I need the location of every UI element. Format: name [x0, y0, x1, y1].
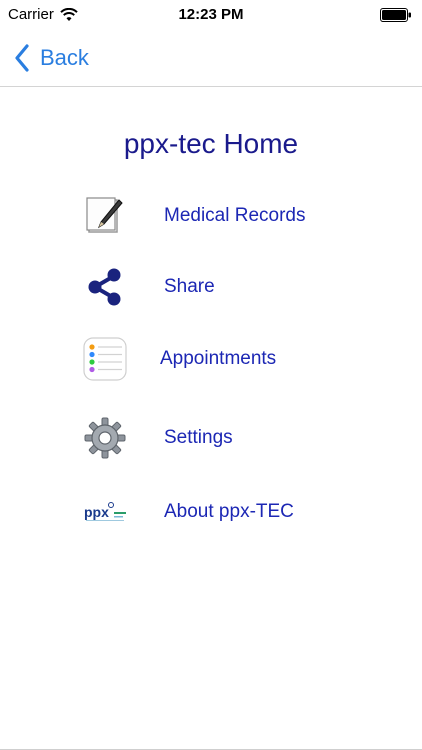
navigation-bar: Back	[0, 30, 422, 87]
menu-item-about[interactable]: ppx About ppx-TEC	[80, 487, 380, 537]
battery-icon	[380, 8, 411, 22]
reminders-list-icon	[80, 334, 130, 384]
status-time: 12:23 PM	[178, 6, 244, 23]
ppx-logo-icon: ppx	[80, 487, 130, 537]
menu-item-settings[interactable]: Settings	[80, 413, 380, 463]
status-bar: Carrier 12:23 PM	[0, 0, 422, 30]
back-button[interactable]: Back	[14, 40, 89, 76]
menu-item-share[interactable]: Share	[80, 262, 380, 312]
gear-icon	[80, 413, 130, 463]
menu-label: Appointments	[160, 348, 277, 369]
svg-text:ppx: ppx	[84, 504, 109, 520]
share-icon	[80, 262, 130, 312]
notepad-pen-icon	[80, 191, 130, 241]
menu-label: Medical Records	[164, 205, 306, 226]
menu-label: Share	[164, 276, 215, 297]
menu-label: Settings	[164, 427, 233, 448]
menu-item-medical-records[interactable]: Medical Records	[80, 191, 380, 241]
page-title: ppx-tec Home	[123, 128, 299, 159]
menu-item-appointments[interactable]: Appointments	[80, 334, 380, 384]
menu-label: About ppx-TEC	[164, 501, 294, 522]
back-label: Back	[40, 45, 89, 70]
chevron-left-icon	[15, 44, 29, 72]
